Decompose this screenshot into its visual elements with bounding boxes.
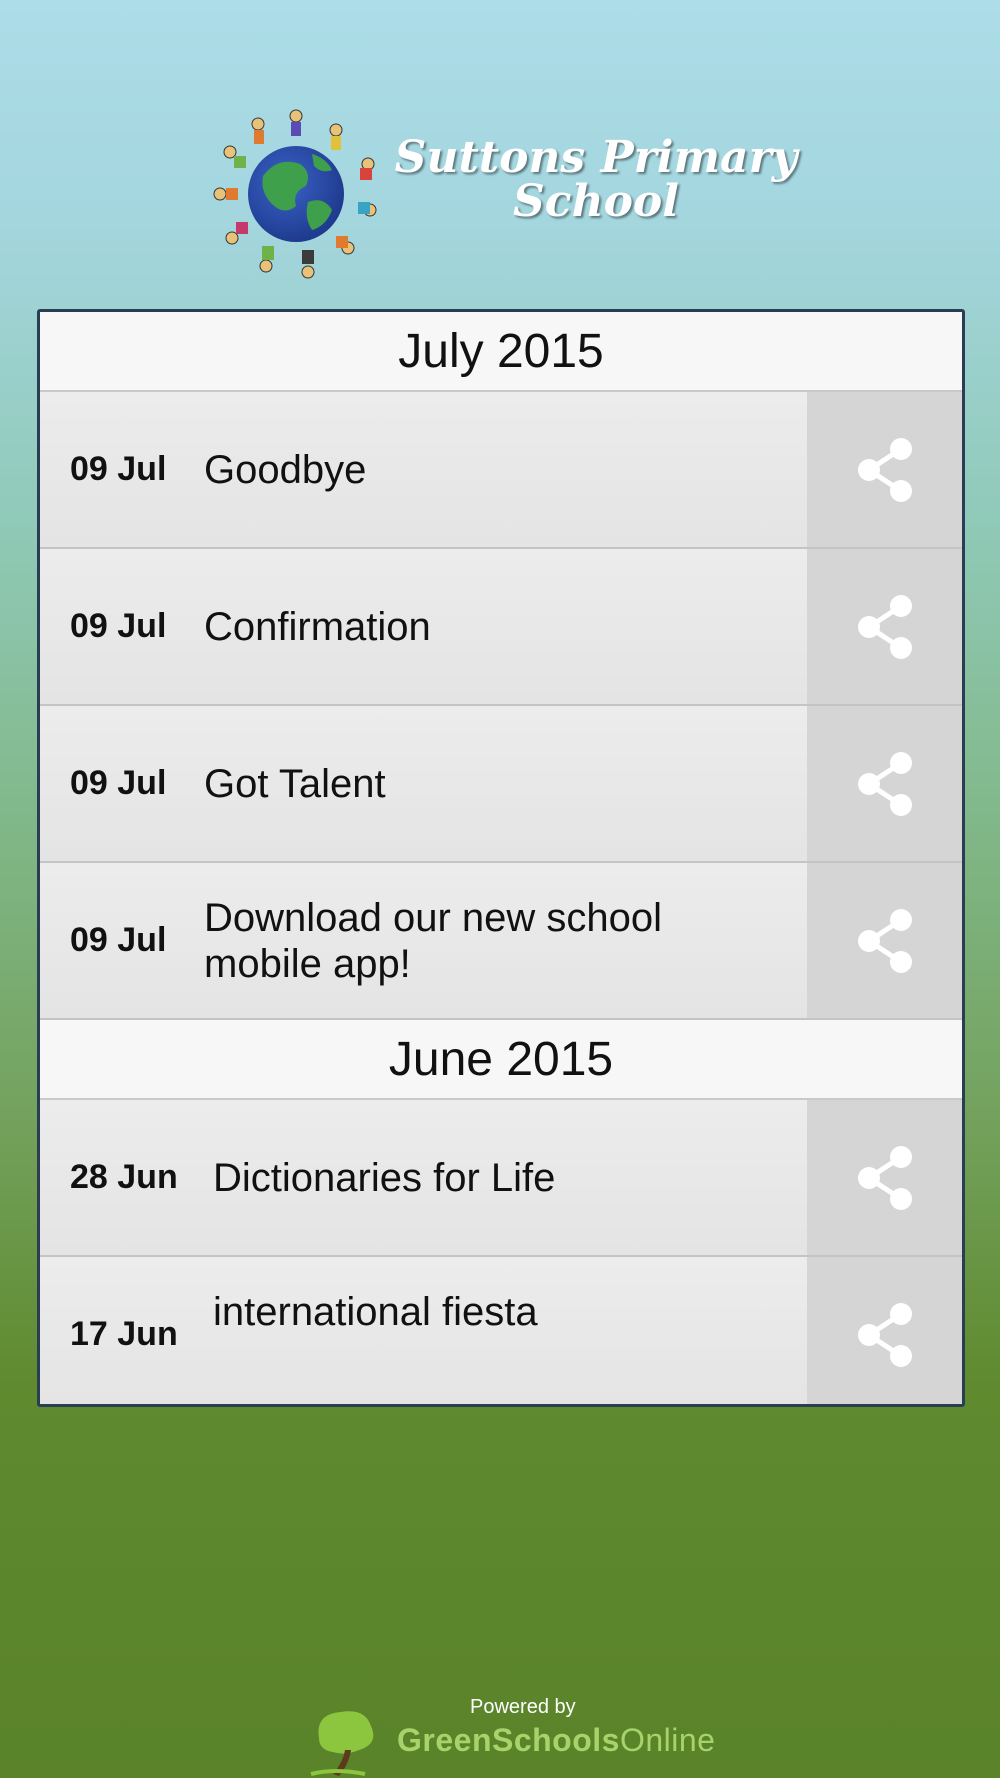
share-button[interactable]	[807, 392, 962, 547]
event-row: 28 Jun Dictionaries for Life	[40, 1100, 962, 1257]
event-date: 09 Jul	[70, 921, 167, 959]
event-link[interactable]: 09 Jul Got Talent	[40, 706, 807, 861]
share-button[interactable]	[807, 1100, 962, 1255]
brand-name[interactable]: GreenSchoolsOnline	[397, 1722, 715, 1759]
tree-icon	[310, 1711, 374, 1776]
event-date: 09 Jul	[70, 450, 167, 488]
event-title: Confirmation	[204, 604, 431, 649]
share-button[interactable]	[807, 549, 962, 704]
school-name: Suttons Primary School	[386, 136, 806, 224]
event-date: 17 Jun	[70, 1315, 178, 1353]
event-link[interactable]: 28 Jun Dictionaries for Life	[40, 1100, 807, 1255]
share-button[interactable]	[807, 863, 962, 1018]
share-icon	[857, 751, 912, 816]
school-logo: Suttons Primary School	[208, 106, 798, 282]
brand-bold: GreenSchools	[397, 1722, 620, 1758]
event-link[interactable]: 09 Jul Download our new school mobile ap…	[40, 863, 807, 1018]
event-title: Goodbye	[204, 447, 367, 492]
event-link[interactable]: 09 Jul Confirmation	[40, 549, 807, 704]
month-header-june: June 2015	[40, 1020, 962, 1100]
powered-by-footer: Powered by GreenSchoolsOnline	[305, 1690, 725, 1778]
event-date: 28 Jun	[70, 1158, 178, 1196]
event-row: 17 Jun international fiesta	[40, 1257, 962, 1404]
share-button[interactable]	[807, 1257, 962, 1404]
event-date: 09 Jul	[70, 764, 167, 802]
event-row: 09 Jul Got Talent	[40, 706, 962, 863]
event-link[interactable]: 09 Jul Goodbye	[40, 392, 807, 547]
event-link[interactable]: 17 Jun international fiesta	[40, 1257, 807, 1404]
event-title: international fiesta	[213, 1289, 538, 1334]
school-name-line2: School	[513, 176, 679, 227]
share-icon	[857, 908, 912, 973]
share-button[interactable]	[807, 706, 962, 861]
event-date: 09 Jul	[70, 607, 167, 645]
month-header-july: July 2015	[40, 312, 962, 392]
share-icon	[857, 1302, 912, 1367]
globe-logo-icon	[208, 106, 384, 282]
school-name-line1: Suttons Primary	[394, 132, 798, 183]
event-row: 09 Jul Confirmation	[40, 549, 962, 706]
powered-by-label: Powered by	[470, 1696, 576, 1718]
event-title: Dictionaries for Life	[213, 1155, 556, 1200]
brand-thin: Online	[619, 1722, 716, 1758]
event-row: 09 Jul Goodbye	[40, 392, 962, 549]
event-title: Got Talent	[204, 761, 386, 806]
share-icon	[857, 594, 912, 659]
share-icon	[857, 1145, 912, 1210]
event-row: 09 Jul Download our new school mobile ap…	[40, 863, 962, 1020]
events-panel: July 2015 09 Jul Goodbye 09 Jul Confirma…	[37, 309, 965, 1407]
share-icon	[857, 437, 912, 502]
event-title: Download our new school mobile app!	[204, 895, 663, 986]
